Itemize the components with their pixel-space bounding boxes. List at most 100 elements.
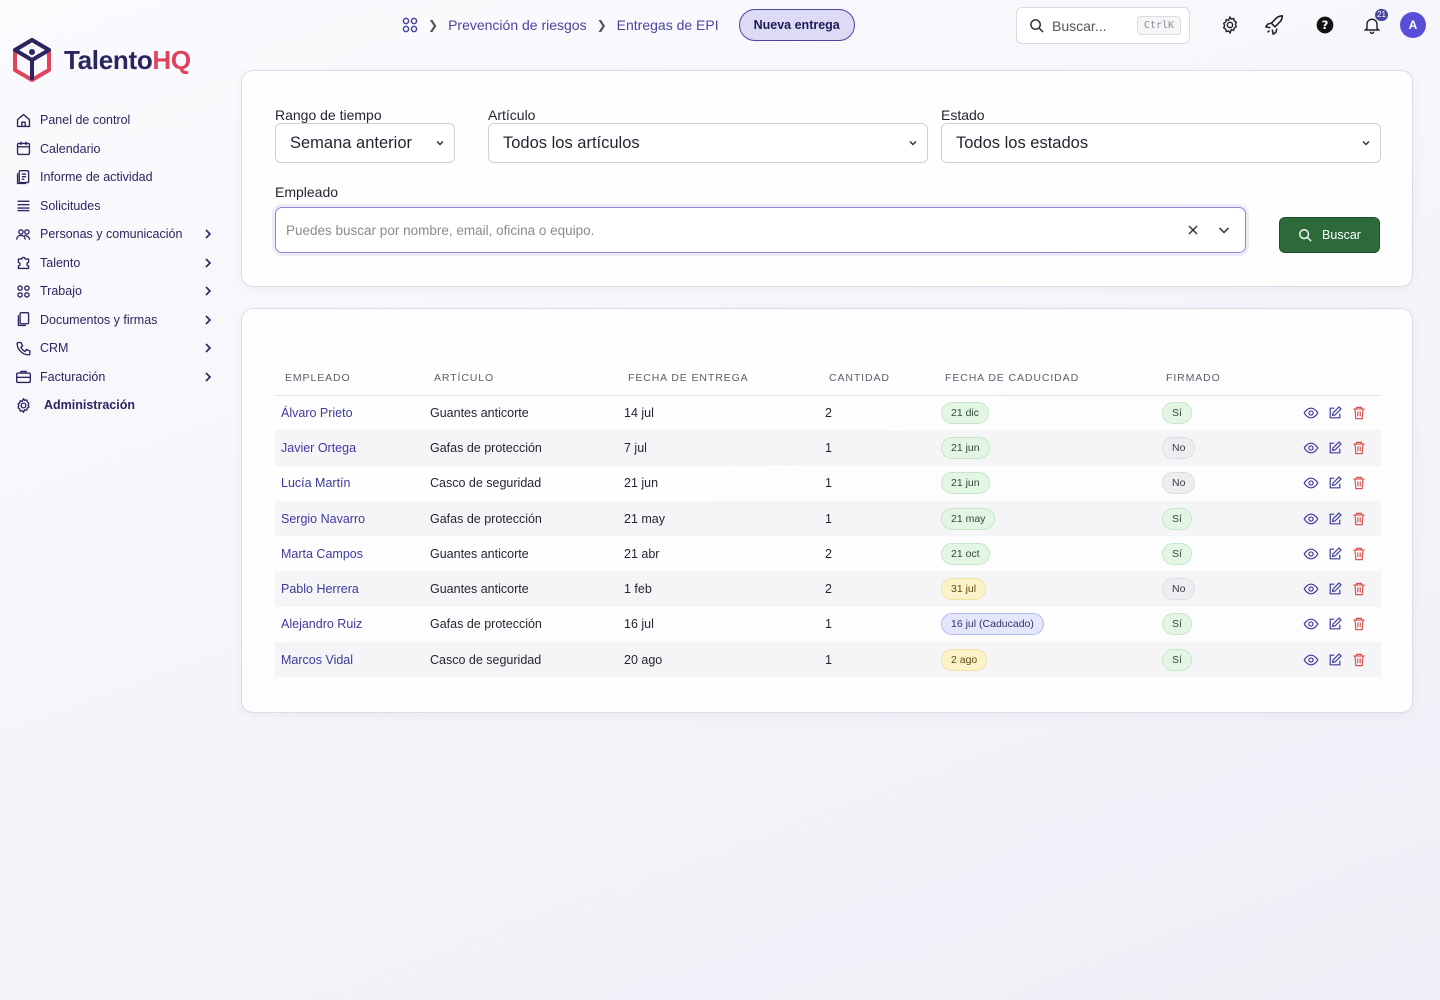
time-range-select[interactable]: Semana anterior	[275, 123, 455, 163]
sidebar-item-label: Personas y comunicación	[40, 227, 183, 242]
table-row: Pablo Herrera Guantes anticorte 1 feb 2 31 j…	[275, 571, 1381, 607]
sidebar-item-talento[interactable]: Talento	[14, 249, 214, 278]
employee-link[interactable]: Lucía Martín	[275, 466, 424, 501]
signed-cell: Sí	[1156, 500, 1276, 537]
chevron-right-icon	[205, 372, 212, 382]
view-icon[interactable]	[1303, 475, 1319, 491]
apps-grid-icon[interactable]	[402, 17, 418, 33]
search-button[interactable]: Buscar	[1279, 217, 1380, 253]
table-row: Alejandro Ruiz Gafas de protección 16 jul 1…	[275, 607, 1381, 642]
quantity-cell: 1	[819, 500, 935, 537]
notifications-badge: 21	[1375, 9, 1388, 21]
signed-badge: Sí	[1162, 542, 1192, 565]
breadcrumb-item-riesgos[interactable]: Prevención de riesgos	[448, 17, 587, 33]
signed-badge: Sí	[1162, 507, 1192, 530]
edit-icon[interactable]	[1327, 546, 1343, 562]
sidebar-item-label: Solicitudes	[40, 198, 101, 213]
employee-link[interactable]: Marta Campos	[275, 536, 424, 571]
chevron-down-icon[interactable]	[1217, 223, 1231, 237]
cube-logo-icon	[13, 38, 51, 82]
sidebar-item-trabajo[interactable]: Trabajo	[14, 277, 214, 306]
signed-badge: Sí	[1162, 648, 1192, 671]
sidebar-item-informe-de-actividad[interactable]: Informe de actividad	[14, 163, 214, 192]
chevron-right-icon	[205, 343, 212, 353]
delete-icon[interactable]	[1351, 405, 1367, 421]
table-row: Lucía Martín Casco de seguridad 21 jun 1 21 …	[275, 466, 1381, 501]
expiry-badge: 21 may	[941, 507, 996, 530]
brand-logo[interactable]: TalentoHQ	[12, 38, 191, 82]
quantity-cell: 2	[825, 546, 832, 561]
delete-icon[interactable]	[1351, 581, 1367, 597]
actions-cell	[1276, 571, 1381, 607]
edit-icon[interactable]	[1327, 511, 1343, 527]
edit-icon[interactable]	[1327, 616, 1343, 632]
delivery-date-cell: 1 feb	[618, 571, 819, 607]
employee-link[interactable]: Alejandro Ruiz	[275, 607, 424, 642]
column-header: EMPLEADO	[275, 361, 424, 396]
edit-icon[interactable]	[1327, 581, 1343, 597]
quantity-cell: 1	[825, 476, 832, 491]
delete-icon[interactable]	[1351, 440, 1367, 456]
view-icon[interactable]	[1303, 616, 1319, 632]
employee-link[interactable]: Javier Ortega	[275, 430, 424, 466]
gear-icon	[14, 396, 32, 414]
table-row: Javier Ortega Gafas de protección 7 jul 1 21…	[275, 430, 1381, 466]
sidebar-item-solicitudes[interactable]: Solicitudes	[14, 192, 214, 221]
edit-icon[interactable]	[1327, 440, 1343, 456]
delete-icon[interactable]	[1351, 511, 1367, 527]
onboarding-button[interactable]	[1262, 12, 1288, 38]
new-delivery-button[interactable]: Nueva entrega	[738, 9, 855, 41]
signed-badge: Sí	[1162, 401, 1192, 424]
delivery-date-cell: 21 jun	[624, 476, 659, 491]
actions-cell	[1276, 642, 1381, 678]
edit-icon[interactable]	[1327, 405, 1343, 421]
delete-icon[interactable]	[1351, 546, 1367, 562]
view-icon[interactable]	[1303, 546, 1319, 562]
view-icon[interactable]	[1303, 440, 1319, 456]
view-icon[interactable]	[1303, 511, 1319, 527]
sidebar-item-documentos-y-firmas[interactable]: Documentos y firmas	[14, 306, 214, 335]
view-icon[interactable]	[1303, 652, 1319, 668]
employee-label: Empleado	[275, 184, 339, 200]
user-avatar[interactable]: A	[1400, 12, 1426, 38]
quantity-cell: 1	[819, 430, 935, 466]
sidebar: TalentoHQ Panel de control Calendario Info…	[0, 0, 225, 1000]
status-select[interactable]: Todos los estados	[941, 123, 1381, 163]
edit-icon[interactable]	[1327, 475, 1343, 491]
delete-icon[interactable]	[1351, 652, 1367, 668]
delivery-date-cell: 20 ago	[618, 642, 819, 678]
sidebar-item-personas-y-comunicacion[interactable]: Personas y comunicación	[14, 220, 214, 249]
sidebar-item-facturacion[interactable]: Facturación	[14, 363, 214, 392]
signed-badge: No	[1162, 436, 1196, 459]
employee-search-input[interactable]	[286, 222, 1187, 238]
employee-link[interactable]: Álvaro Prieto	[275, 395, 424, 430]
help-button[interactable]: ?	[1313, 12, 1337, 38]
expiry-cell: 31 jul	[935, 571, 1156, 607]
table-row: Sergio Navarro Gafas de protección 21 may 1…	[275, 500, 1381, 537]
breadcrumb-item-epi[interactable]: Entregas de EPI	[617, 17, 719, 33]
sidebar-item-calendario[interactable]: Calendario	[14, 135, 214, 164]
expiry-badge: 31 jul	[941, 578, 987, 601]
notifications-button[interactable]: 21	[1360, 9, 1388, 38]
settings-button[interactable]	[1218, 12, 1242, 38]
delivery-date-cell: 16 jul	[624, 617, 654, 632]
delete-icon[interactable]	[1351, 616, 1367, 632]
delivery-date-cell: 21 abr	[624, 546, 660, 561]
edit-icon[interactable]	[1327, 652, 1343, 668]
home-icon	[14, 111, 32, 129]
sidebar-item-panel-de-control[interactable]: Panel de control	[14, 106, 214, 135]
sidebar-item-administracion[interactable]: Administración	[14, 391, 214, 420]
view-icon[interactable]	[1303, 581, 1319, 597]
delete-icon[interactable]	[1351, 475, 1367, 491]
employee-link[interactable]: Sergio Navarro	[275, 500, 424, 537]
table-row: Marcos Vidal Casco de seguridad 20 ago 1 2 a…	[275, 642, 1381, 678]
employee-link[interactable]: Marcos Vidal	[275, 642, 424, 678]
article-select[interactable]: Todos los artículos	[488, 123, 928, 163]
global-search[interactable]: Buscar... CtrlK	[1016, 7, 1190, 44]
quantity-cell: 1	[825, 617, 832, 632]
view-icon[interactable]	[1303, 405, 1319, 421]
clear-icon[interactable]	[1187, 224, 1199, 236]
sidebar-item-label: Informe de actividad	[40, 170, 153, 185]
employee-link[interactable]: Pablo Herrera	[275, 571, 424, 607]
sidebar-item-crm[interactable]: CRM	[14, 334, 214, 363]
